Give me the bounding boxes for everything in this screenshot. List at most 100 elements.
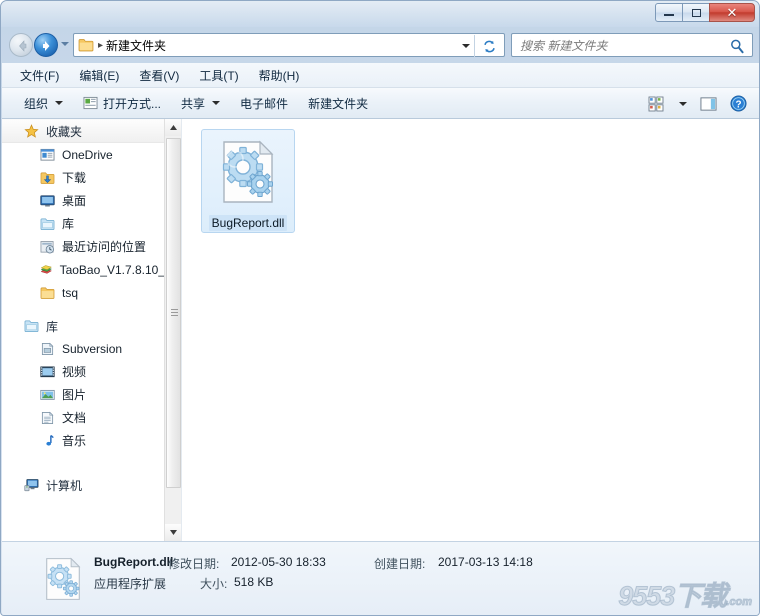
address-bar[interactable]: ▸ 新建文件夹 <box>73 33 505 57</box>
details-pane: BugReport.dll 应用程序扩展 修改日期: 2012-05-30 18… <box>2 541 759 615</box>
refresh-icon <box>483 40 495 52</box>
dll-gear-icon <box>220 140 276 209</box>
sidebar-item-label: 库 <box>62 217 75 231</box>
onedrive-icon <box>40 148 55 161</box>
minimize-button[interactable] <box>655 3 683 22</box>
view-dropdown-button[interactable] <box>672 98 692 110</box>
view-grid-icon <box>648 96 664 111</box>
details-created-label: 创建日期: <box>374 557 426 571</box>
breadcrumb-current-folder[interactable]: 新建文件夹 <box>106 37 166 54</box>
scroll-down-button[interactable] <box>165 524 181 541</box>
sidebar-item-label: 桌面 <box>62 194 87 208</box>
downloads-icon <box>40 172 55 184</box>
open-with-button[interactable]: 打开方式... <box>75 90 169 117</box>
folder-icon <box>40 287 55 299</box>
recent-locations-dropdown[interactable] <box>61 42 69 46</box>
details-file-name: BugReport.dll <box>94 555 174 569</box>
sidebar-item-videos[interactable]: 视频 <box>2 360 165 383</box>
sidebar-group-label: 库 <box>46 319 59 334</box>
menu-edit[interactable]: 编辑(E) <box>71 64 127 87</box>
sidebar-item-downloads[interactable]: 下载 <box>2 166 165 189</box>
library-folder-icon <box>40 217 55 230</box>
sidebar-item-label: TaoBao_V1.7.8.10_ <box>59 262 165 277</box>
scroll-up-button[interactable] <box>165 119 181 136</box>
sidebar-item-subversion[interactable]: Subversion <box>2 337 165 360</box>
maximize-icon <box>691 8 701 17</box>
menu-file[interactable]: 文件(F) <box>12 64 67 87</box>
details-size-label: 大小: <box>200 577 228 591</box>
menu-tools[interactable]: 工具(T) <box>191 64 246 87</box>
preview-pane-button[interactable] <box>695 92 722 116</box>
desktop-icon <box>40 194 55 207</box>
title-bar[interactable]: ✕ <box>1 1 759 27</box>
sidebar-item-label: tsq <box>62 285 79 300</box>
preview-pane-icon <box>700 96 717 111</box>
search-box[interactable]: 搜索 新建文件夹 <box>511 33 753 57</box>
search-input[interactable]: 搜索 新建文件夹 <box>520 37 607 54</box>
sidebar-item-onedrive[interactable]: OneDrive <box>2 143 165 166</box>
menu-bar: 文件(F) 编辑(E) 查看(V) 工具(T) 帮助(H) <box>2 63 759 88</box>
star-icon <box>24 123 39 138</box>
search-icon[interactable] <box>729 38 745 54</box>
email-button[interactable]: 电子邮件 <box>232 90 296 117</box>
file-list-pane[interactable]: BugReport.dll <box>183 119 759 541</box>
watermark: 9553下载.com <box>618 574 753 613</box>
maximize-button[interactable] <box>682 3 710 22</box>
sidebar-item-recent-places[interactable]: 最近访问的位置 <box>2 235 165 258</box>
close-button[interactable]: ✕ <box>709 3 755 22</box>
file-item-label: BugReport.dll <box>208 215 288 231</box>
sidebar-scrollbar[interactable] <box>164 119 181 541</box>
video-icon <box>40 365 55 377</box>
sidebar-item-label: 最近访问的位置 <box>62 240 147 254</box>
refresh-button[interactable] <box>474 35 503 57</box>
sidebar-group-label: 收藏夹 <box>46 124 83 139</box>
back-button[interactable] <box>9 33 33 57</box>
new-folder-button[interactable]: 新建文件夹 <box>300 90 376 117</box>
scrollbar-thumb[interactable] <box>166 138 181 488</box>
forward-button[interactable] <box>34 33 58 57</box>
help-icon: ? <box>730 95 747 112</box>
sidebar-item-tsq[interactable]: tsq <box>2 281 165 304</box>
pictures-icon <box>40 389 55 400</box>
help-button[interactable]: ? <box>725 91 752 116</box>
menu-help[interactable]: 帮助(H) <box>251 64 308 87</box>
sidebar-item-pictures[interactable]: 图片 <box>2 383 165 406</box>
email-label: 电子邮件 <box>240 96 289 111</box>
chevron-up-icon <box>170 125 177 130</box>
chevron-down-icon <box>55 101 64 105</box>
navigation-pane: 收藏夹 OneDrive 下载 桌面 库 最近访问的位置 TaoBao_V1.7… <box>2 119 182 541</box>
recent-places-icon <box>40 240 54 253</box>
watermark-domain: .com <box>726 596 753 609</box>
sidebar-item-library-fav[interactable]: 库 <box>2 212 165 235</box>
sidebar-item-label: 文档 <box>62 411 87 425</box>
scrollbar-grip-icon <box>171 309 178 317</box>
folder-icon <box>78 38 94 52</box>
navigation-tree: 收藏夹 OneDrive 下载 桌面 库 最近访问的位置 TaoBao_V1.7… <box>2 119 165 496</box>
menu-view[interactable]: 查看(V) <box>131 64 187 87</box>
change-view-button[interactable] <box>643 92 669 116</box>
close-icon: ✕ <box>726 5 738 20</box>
sidebar-group-favorites[interactable]: 收藏夹 <box>2 119 165 143</box>
glass-highlight <box>1 1 759 27</box>
organize-button[interactable]: 组织 <box>16 90 71 117</box>
sidebar-group-computer[interactable]: 计算机 <box>2 474 165 496</box>
svg-text:?: ? <box>735 99 741 110</box>
address-dropdown-icon[interactable] <box>462 44 470 48</box>
sidebar-item-documents[interactable]: 文档 <box>2 406 165 429</box>
sidebar-item-label: 图片 <box>62 388 87 402</box>
open-with-label: 打开方式... <box>103 96 162 111</box>
sidebar-item-music[interactable]: 音乐 <box>2 429 165 452</box>
sidebar-group-libraries[interactable]: 库 <box>2 315 165 337</box>
sidebar-item-desktop[interactable]: 桌面 <box>2 189 165 212</box>
file-item-bugreport-dll[interactable]: BugReport.dll <box>201 129 295 233</box>
minimize-icon <box>664 14 674 16</box>
toolbar-right-group: ? <box>643 88 752 119</box>
share-button[interactable]: 共享 <box>173 90 228 117</box>
watermark-suffix: 下载 <box>674 581 728 612</box>
details-file-icon <box>44 556 82 607</box>
sidebar-item-taobao[interactable]: TaoBao_V1.7.8.10_ <box>2 258 165 281</box>
subversion-icon <box>41 342 54 355</box>
sidebar-group-label: 计算机 <box>46 478 83 493</box>
